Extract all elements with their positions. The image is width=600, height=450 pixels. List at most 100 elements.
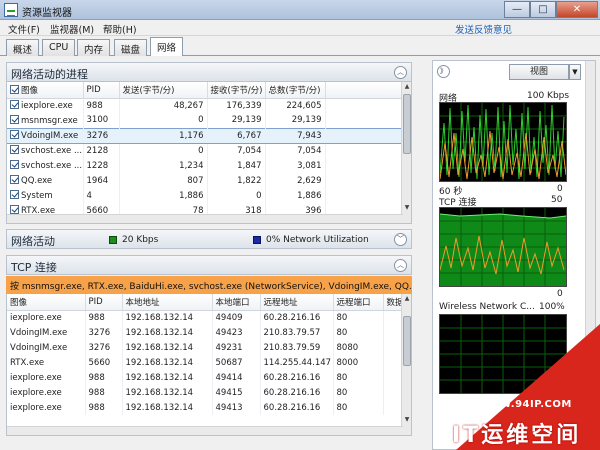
process-checkbox[interactable] — [10, 175, 19, 184]
tcp-row[interactable]: VdoingIM.exe 3276 192.168.132.14 49231 210.8… — [7, 340, 404, 355]
col-local-address[interactable]: 本地地址 — [122, 294, 213, 311]
col-sent[interactable]: 发送(字节/分) — [119, 82, 208, 99]
process-checkbox[interactable] — [10, 114, 19, 124]
tcp-local-address-cell: 192.168.132.14 — [122, 370, 213, 385]
process-checkbox[interactable] — [10, 100, 19, 110]
col-local-port[interactable]: 本地端口 — [212, 294, 261, 311]
col-pid[interactable]: PID — [85, 294, 123, 311]
col-data[interactable]: 数据 — [383, 294, 404, 311]
tcp-pid-cell: 988 — [85, 310, 123, 325]
scroll-up-icon[interactable]: ▲ — [402, 294, 411, 304]
tcp-header[interactable]: TCP 连接 ︿ — [6, 255, 412, 275]
tcp-scrollbar[interactable]: ▲ ▼ — [401, 294, 411, 435]
tcp-row[interactable]: iexplore.exe 988 192.168.132.14 49413 60.28.… — [7, 400, 404, 415]
process-sent-cell: 1,176 — [119, 127, 208, 144]
process-row[interactable]: iexplore.exe 988 48,267 176,339 224,605 — [7, 98, 404, 113]
scroll-down-icon[interactable]: ▼ — [402, 415, 411, 425]
processes-scrollbar[interactable]: ▲ ▼ — [401, 82, 411, 223]
tcp-image-cell: VdoingIM.exe — [7, 340, 86, 355]
collapse-icon[interactable]: ︿ — [394, 259, 407, 272]
select-all-checkbox[interactable] — [10, 84, 19, 94]
col-remote-address[interactable]: 远程地址 — [260, 294, 334, 311]
processes-table: 图像 PID 发送(字节/分) 接收(字节/分) 总数(字节/分) iexplo… — [6, 82, 412, 224]
col-pid[interactable]: PID — [83, 82, 120, 99]
process-row[interactable]: svchost.exe ... 1228 1,234 1,847 3,081 — [7, 158, 404, 173]
tcp-image-cell: iexplore.exe — [7, 400, 86, 415]
process-checkbox[interactable] — [10, 160, 19, 169]
tcp-local-port-cell: 49231 — [212, 340, 261, 355]
process-checkbox[interactable] — [10, 205, 19, 214]
process-pid-cell: 4 — [83, 188, 120, 203]
utilization-legend-swatch — [253, 236, 261, 244]
tcp-row[interactable]: iexplore.exe 988 192.168.132.14 49415 60.28.… — [7, 385, 404, 400]
menu-monitor[interactable]: 监视器(M) — [50, 22, 94, 36]
process-recv-cell: 0 — [207, 188, 266, 203]
main-area: 网络活动的进程 ︿ 图像 PID 发送(字节/分) 接收(字节/分) 总数(字节… — [0, 56, 600, 450]
collapse-icon[interactable]: ︿ — [394, 66, 407, 79]
tcp-filter-bar[interactable]: 按 msnmsgr.exe, RTX.exe, BaiduHi.exe, svc… — [6, 276, 412, 294]
menu-help[interactable]: 帮助(H) — [103, 22, 137, 36]
tcp-title: TCP 连接 — [11, 261, 57, 274]
tcp-remote-address-cell: 210.83.79.57 — [260, 325, 334, 340]
tcp-image-cell: RTX.exe — [7, 355, 86, 370]
maximize-button[interactable]: □ — [530, 1, 556, 18]
feedback-link[interactable]: 发送反馈意见 — [455, 22, 512, 36]
processes-title: 网络活动的进程 — [11, 68, 88, 81]
col-image[interactable]: 图像 — [7, 294, 86, 311]
process-row[interactable]: VdoingIM.exe 3276 1,176 6,767 7,943 — [7, 127, 404, 144]
process-row[interactable]: System 4 1,886 0 1,886 — [7, 188, 404, 203]
col-recv[interactable]: 接收(字节/分) — [207, 82, 266, 99]
tcp-row[interactable]: iexplore.exe 988 192.168.132.14 49409 60.28.… — [7, 310, 404, 325]
col-image[interactable]: 图像 — [7, 82, 84, 99]
scroll-thumb[interactable] — [403, 94, 411, 154]
process-total-cell: 7,943 — [265, 127, 326, 144]
process-image-cell: System — [7, 188, 84, 203]
process-sent-cell: 0 — [119, 143, 208, 158]
col-total[interactable]: 总数(字节/分) — [265, 82, 326, 99]
expand-icon[interactable]: ﹀ — [394, 233, 407, 246]
process-row[interactable]: msnmsgr.exe 3100 0 29,139 29,139 — [7, 113, 404, 128]
tab-cpu[interactable]: CPU — [42, 39, 76, 56]
network-activity-header[interactable]: 网络活动 20 Kbps 0% Network Utilization ﹀ — [6, 229, 412, 249]
scroll-up-icon[interactable]: ▲ — [402, 82, 411, 92]
scroll-thumb[interactable] — [403, 316, 411, 366]
process-sent-cell: 1,234 — [119, 158, 208, 173]
view-button[interactable]: 视图 — [509, 64, 569, 80]
processes-header[interactable]: 网络活动的进程 ︿ — [6, 62, 412, 82]
view-dropdown-icon[interactable]: ▼ — [569, 64, 581, 80]
processes-hscrollbar[interactable] — [7, 214, 403, 223]
process-row[interactable]: QQ.exe 1964 807 1,822 2,629 — [7, 173, 404, 188]
process-recv-cell: 29,139 — [207, 113, 266, 128]
tcp-local-port-cell: 49413 — [212, 400, 261, 415]
tab-overview[interactable]: 概述 — [6, 39, 40, 56]
close-button[interactable]: ✕ — [556, 1, 598, 18]
network-graph-max: 100 Kbps — [527, 91, 570, 101]
tcp-graph — [439, 207, 567, 287]
process-checkbox[interactable] — [10, 130, 19, 139]
tcp-pid-cell: 988 — [85, 400, 123, 415]
process-checkbox[interactable] — [10, 145, 19, 155]
tcp-row[interactable]: iexplore.exe 988 192.168.132.14 49414 60.28.… — [7, 370, 404, 385]
tcp-pid-cell: 3276 — [85, 340, 123, 355]
tcp-remote-port-cell: 80 — [333, 370, 384, 385]
expand-panel-icon[interactable]: 》 — [437, 65, 450, 78]
network-graph-zero: 0 — [557, 184, 563, 194]
tcp-local-port-cell: 49423 — [212, 325, 261, 340]
tab-network[interactable]: 网络 — [150, 37, 184, 57]
tcp-hscrollbar[interactable] — [7, 426, 403, 435]
tab-memory[interactable]: 内存 — [77, 39, 111, 56]
tcp-remote-port-cell: 80 — [333, 325, 384, 340]
scroll-down-icon[interactable]: ▼ — [402, 203, 411, 213]
tcp-remote-address-cell: 60.28.216.16 — [260, 370, 334, 385]
process-row[interactable]: svchost.exe ... 2128 0 7,054 7,054 — [7, 143, 404, 158]
title-bar: 资源监视器 — □ ✕ — [0, 0, 600, 20]
tab-disk[interactable]: 磁盘 — [114, 39, 148, 56]
tcp-local-address-cell: 192.168.132.14 — [122, 385, 213, 400]
menu-file[interactable]: 文件(F) — [8, 22, 40, 36]
col-remote-port[interactable]: 远程端口 — [333, 294, 384, 311]
wireless-graph-label: Wireless Network C... — [439, 302, 535, 312]
process-checkbox[interactable] — [10, 190, 19, 199]
tcp-row[interactable]: RTX.exe 5660 192.168.132.14 50687 114.255.44… — [7, 355, 404, 370]
tcp-row[interactable]: VdoingIM.exe 3276 192.168.132.14 49423 210.8… — [7, 325, 404, 340]
minimize-button[interactable]: — — [504, 1, 530, 18]
